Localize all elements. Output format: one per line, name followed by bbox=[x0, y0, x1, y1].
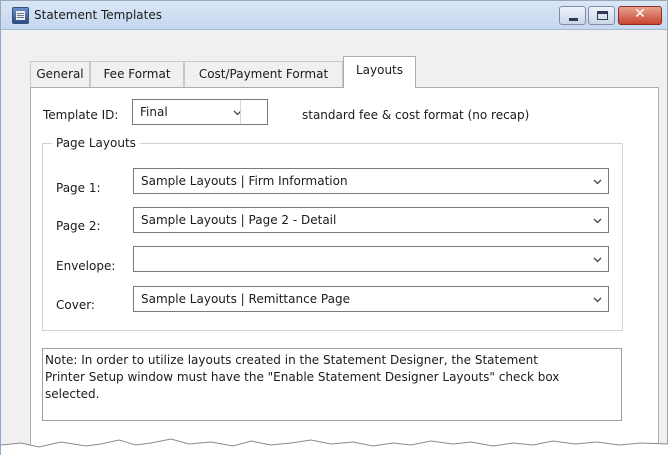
tab-layouts[interactable]: Layouts bbox=[343, 56, 416, 88]
title-bar[interactable]: Statement Templates ✕ bbox=[1, 1, 667, 30]
page-1-layout-select[interactable]: Sample Layouts | Firm Information bbox=[133, 168, 609, 194]
note-line-1: Note: In order to utilize layouts create… bbox=[45, 353, 538, 367]
note-line-2: Printer Setup window must have the "Enab… bbox=[45, 370, 560, 384]
maximize-button[interactable] bbox=[588, 6, 615, 25]
chevron-down-icon bbox=[593, 255, 602, 264]
tab-cost-payment-format[interactable]: Cost/Payment Format bbox=[184, 61, 343, 88]
tab-general[interactable]: General bbox=[30, 61, 90, 88]
note-line-3: selected. bbox=[45, 387, 100, 401]
template-id-label: Template ID: bbox=[43, 108, 119, 122]
page-1-layout-value: Sample Layouts | Firm Information bbox=[141, 174, 348, 188]
app-document-icon bbox=[12, 7, 29, 24]
chevron-down-icon bbox=[593, 216, 602, 225]
statement-templates-window: Statement Templates ✕ General Fee Format… bbox=[0, 0, 668, 455]
close-icon: ✕ bbox=[634, 6, 646, 22]
envelope-label: Envelope: bbox=[56, 259, 116, 273]
chevron-down-icon bbox=[593, 295, 602, 304]
template-id-combo[interactable]: Final bbox=[132, 99, 268, 125]
designer-layouts-note: Note: In order to utilize layouts create… bbox=[42, 348, 622, 421]
page-1-label: Page 1: bbox=[56, 181, 101, 195]
envelope-layout-select[interactable] bbox=[133, 246, 609, 272]
close-button[interactable]: ✕ bbox=[618, 6, 662, 25]
maximize-icon bbox=[597, 11, 608, 20]
cover-label: Cover: bbox=[56, 298, 95, 312]
torn-edge bbox=[1, 438, 668, 455]
page-2-layout-select[interactable]: Sample Layouts | Page 2 - Detail bbox=[133, 207, 609, 233]
cover-layout-value: Sample Layouts | Remittance Page bbox=[141, 292, 350, 306]
page-layouts-title: Page Layouts bbox=[52, 136, 140, 150]
template-description: standard fee & cost format (no recap) bbox=[302, 108, 530, 122]
chevron-down-icon bbox=[593, 177, 602, 186]
cover-layout-select[interactable]: Sample Layouts | Remittance Page bbox=[133, 286, 609, 312]
template-id-value: Final bbox=[140, 105, 168, 119]
page-2-layout-value: Sample Layouts | Page 2 - Detail bbox=[141, 213, 337, 227]
tab-fee-format[interactable]: Fee Format bbox=[90, 61, 184, 88]
combo-divider bbox=[240, 100, 241, 124]
minimize-button[interactable] bbox=[559, 6, 586, 25]
minimize-icon bbox=[569, 18, 578, 21]
window-title: Statement Templates bbox=[34, 8, 162, 22]
page-2-label: Page 2: bbox=[56, 219, 101, 233]
